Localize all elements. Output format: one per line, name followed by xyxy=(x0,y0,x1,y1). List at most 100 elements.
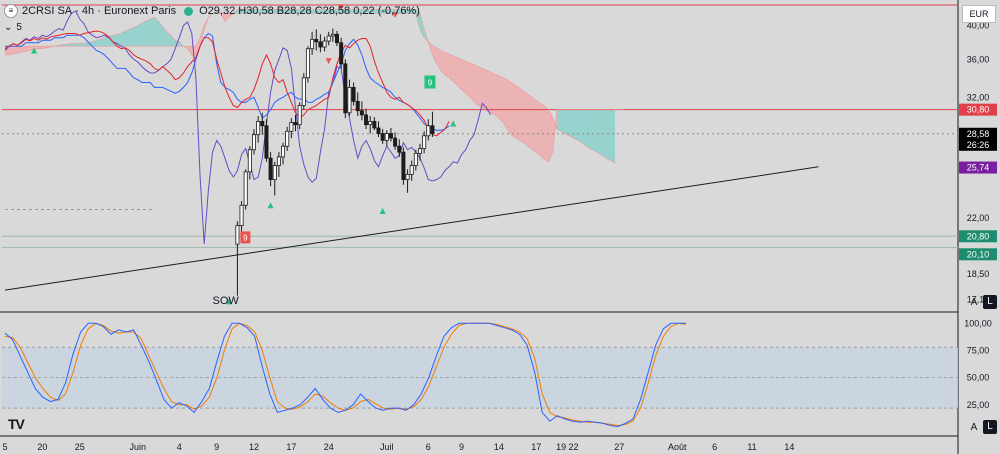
stoch-auto-scale-button[interactable]: A xyxy=(968,421,980,435)
cloud-segment xyxy=(453,55,458,86)
candle-body xyxy=(364,114,369,126)
cloud-segment xyxy=(154,17,159,47)
candle-body xyxy=(372,120,377,129)
setup-marker-red-label: 9 xyxy=(243,233,248,242)
candle-body xyxy=(426,125,431,137)
time-tick-label: 17 xyxy=(531,442,541,452)
time-tick-label: 14 xyxy=(784,442,794,452)
candle-body xyxy=(297,105,302,126)
change-value: 0,22 (-0,76%) xyxy=(353,5,420,17)
interval-label[interactable]: 4h xyxy=(82,5,94,17)
candle-body xyxy=(272,165,277,180)
setup-marker-green: 9 xyxy=(424,75,436,89)
candle-body xyxy=(268,157,273,180)
cloud-segment xyxy=(536,100,541,156)
cloud-segment xyxy=(577,109,582,143)
time-tick-label: 25 xyxy=(75,442,85,452)
price-tick-label: 32,00 xyxy=(967,92,990,102)
cloud-segment xyxy=(523,91,528,147)
cloud-segment xyxy=(478,66,483,108)
candle-body xyxy=(380,133,385,141)
candle-body xyxy=(289,122,294,132)
cloud-segment xyxy=(146,18,151,47)
candle-body xyxy=(393,137,398,147)
cloud-segment xyxy=(469,62,474,102)
cloud-segment xyxy=(573,109,578,141)
candle-body xyxy=(310,38,315,50)
cloud-segment xyxy=(473,64,479,106)
candle-body xyxy=(330,33,335,37)
setup-marker-red: 9 xyxy=(240,231,251,244)
cloud-segment xyxy=(519,88,524,143)
candle-body xyxy=(301,77,306,106)
candle-body xyxy=(368,120,373,126)
time-tick-label: 4 xyxy=(177,442,182,452)
chevron-down-icon[interactable]: ⌄ xyxy=(4,22,12,33)
cloud-segment xyxy=(590,109,595,151)
time-tick-label: Juil xyxy=(380,442,394,452)
cloud-segment xyxy=(13,46,18,54)
candle-body xyxy=(251,134,256,151)
candle-body xyxy=(285,130,290,147)
cloud-segment xyxy=(494,73,499,119)
candle-body xyxy=(422,135,427,149)
time-tick-label: 17 xyxy=(286,442,296,452)
price-badge-label: 25,74 xyxy=(967,163,990,173)
cloud-segment xyxy=(532,97,537,153)
cloud-segment xyxy=(561,109,566,134)
cloud-segment xyxy=(606,109,611,161)
auto-scale-button[interactable]: A xyxy=(968,296,980,310)
candle-body xyxy=(409,165,414,175)
cloud-segment xyxy=(9,46,14,55)
cloud-segment xyxy=(527,94,533,150)
candle-body xyxy=(405,173,410,180)
tradingview-logo[interactable]: TV xyxy=(8,416,25,432)
ohlc-values: O29,32 H30,58 B28,28 C28,58 xyxy=(199,5,351,17)
candle-body xyxy=(247,149,252,173)
cloud-segment xyxy=(594,109,599,154)
candle-body xyxy=(359,110,364,116)
log-scale-button[interactable]: L xyxy=(983,295,997,309)
cloud-segment xyxy=(141,21,147,47)
cloud-segment xyxy=(150,17,155,47)
time-tick-label: 6 xyxy=(426,442,431,452)
candle-body xyxy=(260,120,265,127)
cloud-segment xyxy=(38,46,43,49)
cloud-segment xyxy=(133,25,138,47)
price-chart[interactable]: 99SOW 40,0036,0032,0022,0018,5017,10 100… xyxy=(0,0,1000,454)
candle-body xyxy=(293,122,298,126)
sow-label: SOW xyxy=(213,295,240,307)
candle-body xyxy=(388,133,393,139)
candle-body xyxy=(281,145,286,158)
price-badge-label: 30,80 xyxy=(967,105,990,115)
time-tick-label: 9 xyxy=(459,442,464,452)
time-tick-label: 19 xyxy=(556,442,566,452)
price-badge: 28,58 xyxy=(959,127,997,140)
candle-body xyxy=(355,100,360,112)
symbol-header[interactable]: ≡ 2CRSI SA · 4h · Euronext Paris O29,32 … xyxy=(4,3,420,19)
candle-body xyxy=(239,204,244,227)
symbol-name[interactable]: 2CRSI SA xyxy=(22,5,72,17)
currency-selector[interactable]: EUR xyxy=(962,5,996,23)
cloud-segment xyxy=(540,103,545,160)
cloud-segment xyxy=(461,59,466,94)
time-tick-label: 5 xyxy=(2,442,7,452)
cloud-segment xyxy=(79,43,84,47)
candle-body xyxy=(351,86,356,102)
price-badge: 20,10 xyxy=(959,248,997,261)
candle-body xyxy=(397,145,402,153)
stoch-log-scale-button[interactable]: L xyxy=(983,420,997,434)
candle-body xyxy=(276,156,281,166)
cloud-segment xyxy=(556,109,562,132)
exchange-flag-icon: ≡ xyxy=(4,4,18,18)
time-tick-label: Juin xyxy=(130,442,147,452)
price-badge: 25,74 xyxy=(959,161,997,174)
cloud-segment xyxy=(125,29,130,47)
candle-body xyxy=(305,48,310,79)
time-tick-label: 22 xyxy=(569,442,579,452)
stochastic-tick-label: 75,00 xyxy=(967,346,990,356)
indicator-toggle[interactable]: ⌄ 5 xyxy=(4,22,22,33)
price-tick-label: 36,00 xyxy=(967,54,990,64)
candle-body xyxy=(318,41,323,48)
price-badge-label: 20,80 xyxy=(967,231,990,241)
